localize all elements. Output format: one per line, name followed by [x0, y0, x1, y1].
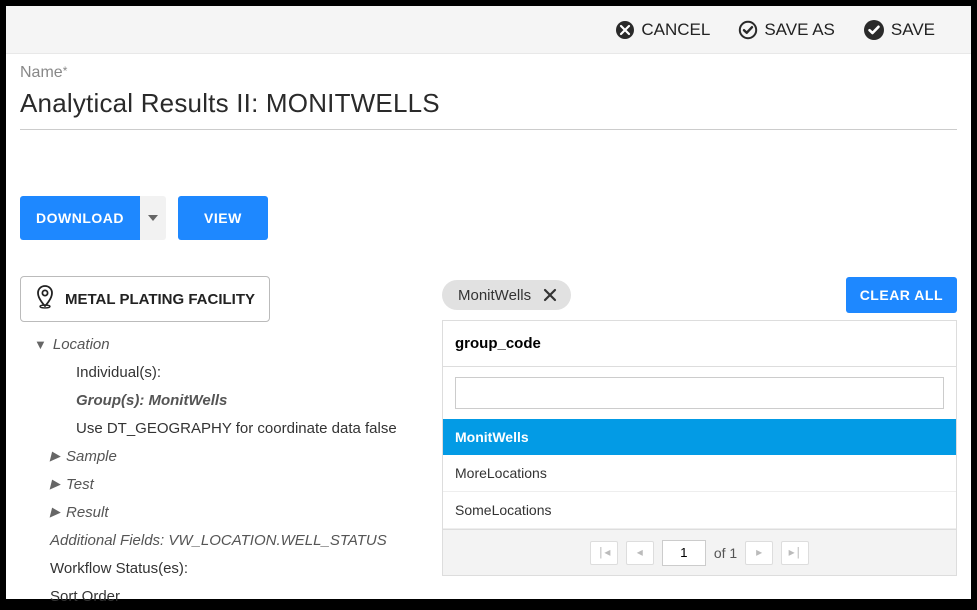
name-field-label: Name* — [20, 64, 957, 82]
map-pin-icon — [35, 285, 55, 313]
tree-location-label: Location — [53, 336, 110, 353]
tree-result-label: Result — [66, 504, 109, 521]
tree-node-additional-fields[interactable]: Additional Fields: VW_LOCATION.WELL_STAT… — [20, 526, 438, 554]
chip-label: MonitWells — [458, 287, 531, 304]
pager-of-label: of 1 — [714, 545, 737, 561]
tree-test-label: Test — [66, 476, 94, 493]
download-dropdown-toggle[interactable] — [140, 196, 166, 240]
check-circle-outline-icon — [738, 20, 758, 40]
expand-icon: ▶ — [50, 476, 60, 492]
download-split-button: DOWNLOAD — [20, 196, 166, 240]
top-action-bar: CANCEL SAVE AS SAVE — [6, 6, 971, 54]
tree-node-workflow-statuses[interactable]: Workflow Status(es): — [20, 554, 438, 582]
expand-icon: ▶ — [50, 504, 60, 520]
group-code-panel: group_code MonitWellsMoreLocationsSomeLo… — [442, 320, 957, 576]
tree-sample-label: Sample — [66, 448, 117, 465]
panel-header: group_code — [443, 321, 956, 367]
pager-page-input[interactable] — [662, 540, 706, 566]
save-as-button[interactable]: SAVE AS — [738, 20, 835, 40]
close-icon — [543, 288, 557, 302]
download-button[interactable]: DOWNLOAD — [20, 196, 140, 240]
pager-next-button[interactable]: ▸ — [745, 541, 773, 565]
tree-node-sample[interactable]: ▶ Sample — [20, 442, 438, 470]
group-code-search-input[interactable] — [455, 377, 944, 409]
group-item-somelocations[interactable]: SomeLocations — [443, 492, 956, 529]
chevron-down-icon — [148, 215, 158, 221]
name-input[interactable]: Analytical Results II: MONITWELLS — [20, 88, 957, 130]
tree-node-individuals[interactable]: Individual(s): — [20, 358, 438, 386]
tree-node-location[interactable]: ▼ Location — [20, 330, 438, 358]
pager-of-text: of — [714, 545, 726, 561]
check-circle-icon — [863, 19, 885, 41]
tree-node-groups[interactable]: Group(s): MonitWells — [20, 386, 438, 414]
pager-total: 1 — [729, 545, 737, 561]
facility-label: METAL PLATING FACILITY — [65, 291, 255, 308]
parameter-tree: ▼ Location Individual(s): Group(s): Monit… — [20, 330, 438, 610]
collapse-icon: ▼ — [34, 337, 47, 352]
pager-prev-button[interactable]: ◂ — [626, 541, 654, 565]
cancel-icon — [615, 20, 635, 40]
expand-icon: ▶ — [50, 448, 60, 464]
save-as-label: SAVE AS — [764, 20, 835, 40]
tree-node-geography[interactable]: Use DT_GEOGRAPHY for coordinate data fal… — [20, 414, 438, 442]
cancel-button[interactable]: CANCEL — [615, 20, 710, 40]
pager-first-button[interactable]: |◂ — [590, 541, 618, 565]
chip-remove-button[interactable] — [541, 286, 559, 304]
clear-all-button[interactable]: CLEAR ALL — [846, 277, 957, 313]
required-asterisk: * — [63, 64, 68, 78]
tree-node-sort-order[interactable]: Sort Order — [20, 582, 438, 610]
group-item-monitwells[interactable]: MonitWells — [443, 419, 956, 455]
cancel-label: CANCEL — [641, 20, 710, 40]
tree-node-test[interactable]: ▶ Test — [20, 470, 438, 498]
tree-node-result[interactable]: ▶ Result — [20, 498, 438, 526]
filter-chip-monitwells[interactable]: MonitWells — [442, 280, 571, 310]
facility-selector[interactable]: METAL PLATING FACILITY — [20, 276, 270, 322]
pagination-bar: |◂ ◂ of 1 ▸ ▸| — [443, 529, 956, 575]
name-label-text: Name — [20, 64, 63, 81]
save-button[interactable]: SAVE — [863, 19, 935, 41]
view-button[interactable]: VIEW — [178, 196, 268, 240]
save-label: SAVE — [891, 20, 935, 40]
group-item-morelocations[interactable]: MoreLocations — [443, 455, 956, 492]
pager-last-button[interactable]: ▸| — [781, 541, 809, 565]
